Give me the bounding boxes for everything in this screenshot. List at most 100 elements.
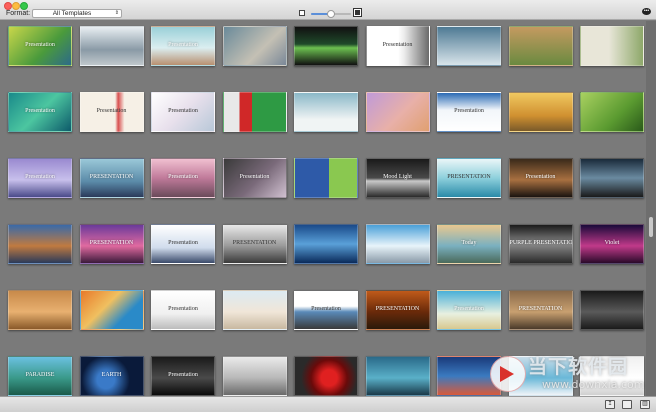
template-title: Presentation bbox=[239, 174, 270, 180]
vertical-scrollbar[interactable] bbox=[646, 21, 656, 396]
template-title: Presentation bbox=[25, 42, 55, 48]
template-title: Presentation bbox=[168, 306, 198, 312]
thumbnail-size-slider[interactable] bbox=[311, 10, 351, 18]
template-thumbnail[interactable] bbox=[222, 356, 287, 396]
template-thumbnail[interactable]: Presentation bbox=[365, 26, 430, 66]
template-thumbnail[interactable]: Presentation bbox=[79, 92, 144, 132]
template-thumbnail[interactable] bbox=[294, 158, 358, 198]
template-thumbnail[interactable] bbox=[79, 290, 144, 330]
minimize-window-icon[interactable] bbox=[12, 2, 20, 10]
template-thumbnail[interactable]: Presentation bbox=[151, 356, 215, 396]
template-thumbnail[interactable] bbox=[580, 158, 644, 198]
template-thumbnail[interactable]: Mood Light bbox=[365, 158, 430, 198]
watermark: 当下软件园 www.downxia.com bbox=[490, 352, 644, 396]
template-title: PURPLE PRESENTATION bbox=[509, 240, 573, 246]
zoom-window-icon[interactable] bbox=[20, 2, 28, 10]
template-thumbnail[interactable] bbox=[294, 92, 358, 132]
template-thumbnail[interactable] bbox=[294, 356, 358, 396]
template-thumbnail[interactable]: PRESENTATION bbox=[79, 224, 144, 264]
template-thumbnail[interactable]: Presentation bbox=[8, 26, 72, 66]
format-select[interactable]: All Templates ⇕ bbox=[32, 9, 122, 18]
template-thumbnail[interactable]: PRESENTATION bbox=[437, 158, 501, 198]
format-select-value: All Templates bbox=[52, 10, 92, 17]
template-thumbnail[interactable] bbox=[580, 92, 644, 132]
template-thumbnail[interactable] bbox=[8, 224, 72, 264]
template-thumbnail[interactable]: Today bbox=[437, 224, 501, 264]
speech-bubble-icon[interactable]: ••• bbox=[642, 8, 651, 15]
template-thumbnail[interactable]: Presentation bbox=[151, 92, 215, 132]
export-icon[interactable]: ↥ bbox=[605, 400, 615, 409]
small-thumbnail-icon[interactable] bbox=[299, 10, 305, 16]
template-thumbnail[interactable]: Presentation bbox=[151, 290, 215, 330]
template-thumbnail[interactable] bbox=[222, 290, 287, 330]
watermark-logo-icon bbox=[490, 356, 526, 392]
template-title: Today bbox=[461, 240, 477, 246]
template-thumbnail[interactable] bbox=[8, 290, 72, 330]
large-thumbnail-icon[interactable] bbox=[353, 8, 362, 17]
template-thumbnail[interactable]: EARTH bbox=[79, 356, 144, 396]
template-thumbnail[interactable] bbox=[294, 224, 358, 264]
template-title: PRESENTATION bbox=[518, 306, 563, 312]
template-title: Presentation bbox=[96, 108, 127, 114]
template-thumbnail[interactable] bbox=[580, 290, 644, 330]
template-title: Presentation bbox=[168, 42, 198, 48]
template-title: PRESENTATION bbox=[89, 174, 134, 180]
trash-icon[interactable]: ▥ bbox=[640, 400, 650, 409]
slider-knob[interactable] bbox=[327, 10, 335, 18]
template-thumbnail[interactable]: Presentation bbox=[8, 92, 72, 132]
template-thumbnail[interactable] bbox=[365, 224, 430, 264]
format-label: Format: bbox=[6, 10, 31, 17]
template-thumbnail[interactable]: Violet bbox=[580, 224, 644, 264]
watermark-url: www.downxia.com bbox=[542, 378, 645, 391]
template-title: Presentation bbox=[525, 174, 556, 180]
template-thumbnail[interactable]: Presentation bbox=[151, 224, 215, 264]
template-title: Presentation bbox=[168, 372, 198, 378]
template-thumbnail[interactable] bbox=[222, 26, 287, 66]
close-window-icon[interactable] bbox=[4, 2, 12, 10]
template-title: Presentation bbox=[454, 108, 484, 114]
template-thumbnail[interactable] bbox=[580, 26, 644, 66]
template-thumbnail[interactable] bbox=[508, 92, 573, 132]
scroll-thumb[interactable] bbox=[649, 217, 653, 237]
template-thumbnail[interactable]: Presentation bbox=[294, 290, 358, 330]
template-thumbnail[interactable]: PRESENTATION bbox=[79, 158, 144, 198]
template-thumbnail[interactable] bbox=[222, 92, 287, 132]
template-thumbnail[interactable] bbox=[508, 26, 573, 66]
template-title: Presentation bbox=[382, 42, 413, 48]
template-thumbnail[interactable]: PRESENTATION bbox=[365, 290, 430, 330]
template-thumbnail[interactable]: Presentation bbox=[151, 26, 215, 66]
template-title: Presentation bbox=[168, 174, 198, 180]
template-thumbnail[interactable] bbox=[79, 26, 144, 66]
template-thumbnail[interactable]: Presentation bbox=[8, 158, 72, 198]
folder-icon[interactable] bbox=[622, 400, 632, 409]
template-thumbnail[interactable]: Presentation bbox=[437, 92, 501, 132]
template-thumbnail[interactable] bbox=[294, 26, 358, 66]
template-title: PRESENTATION bbox=[232, 240, 277, 246]
template-thumbnail[interactable]: PRESENTATION bbox=[222, 224, 287, 264]
toolbar: Format: All Templates ⇕ ••• bbox=[0, 0, 656, 20]
template-title: Presentation bbox=[168, 108, 198, 114]
template-title: PARADISE bbox=[25, 372, 55, 378]
template-thumbnail[interactable]: PURPLE PRESENTATION bbox=[508, 224, 573, 264]
template-thumbnail[interactable]: Presentation bbox=[508, 158, 573, 198]
template-thumbnail[interactable] bbox=[365, 92, 430, 132]
template-thumbnail[interactable]: Presentation bbox=[222, 158, 287, 198]
template-title: EARTH bbox=[101, 372, 122, 378]
template-title: Mood Light bbox=[383, 174, 412, 180]
template-title: PRESENTATION bbox=[375, 306, 420, 312]
template-thumbnail[interactable] bbox=[365, 356, 430, 396]
template-title: Presentation bbox=[311, 306, 341, 312]
template-thumbnail[interactable] bbox=[437, 26, 501, 66]
template-title: Violet bbox=[604, 240, 620, 246]
template-title: Presentation bbox=[454, 306, 484, 312]
template-thumbnail[interactable]: PARADISE bbox=[8, 356, 72, 396]
template-thumbnail[interactable]: Presentation bbox=[437, 290, 501, 330]
watermark-text: 当下软件园 bbox=[528, 356, 629, 378]
template-title: Presentation bbox=[25, 108, 55, 114]
template-thumbnail[interactable]: PRESENTATION bbox=[508, 290, 573, 330]
template-thumbnail[interactable]: Presentation bbox=[151, 158, 215, 198]
template-title: PRESENTATION bbox=[447, 174, 491, 180]
template-title: PRESENTATION bbox=[89, 240, 134, 246]
template-title: Presentation bbox=[168, 240, 198, 246]
template-grid: Presentation Presentation Presentation Pres… bbox=[0, 21, 646, 396]
